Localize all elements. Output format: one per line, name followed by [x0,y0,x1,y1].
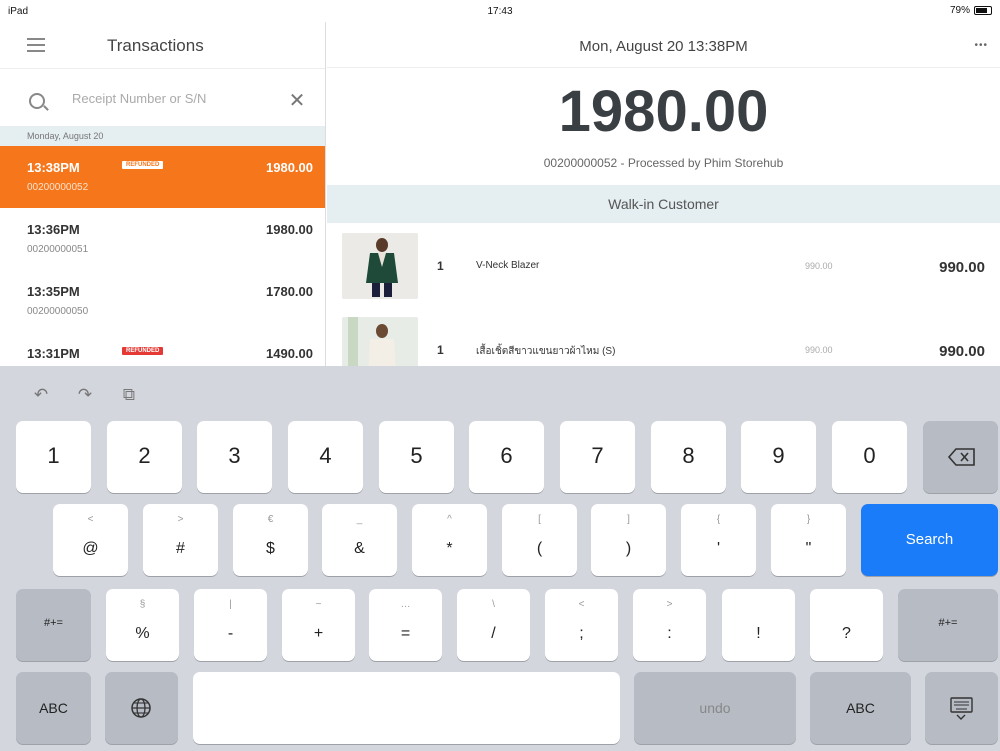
transaction-time: 13:38PM [27,160,80,175]
key-exclamation[interactable]: ! [722,589,795,661]
globe-icon [131,698,151,718]
key-3[interactable]: 3 [197,421,272,493]
product-image [342,317,418,366]
item-name: V-Neck Blazer [476,260,540,271]
key-percent[interactable]: §% [106,589,179,661]
key-4[interactable]: 4 [288,421,363,493]
key-6[interactable]: 6 [469,421,544,493]
item-unit-price: 990.00 [805,261,833,271]
detail-date: Mon, August 20 13:38PM [579,38,748,55]
key-hyphen[interactable]: | - [194,589,267,661]
key-plus[interactable]: ~ + [282,589,355,661]
transaction-detail: Mon, August 20 13:38PM ••• 1980.00 00200… [327,22,1000,366]
line-item[interactable]: 1 เสื้อเชิ้ตสีขาวแขนยาวผ้าไหม (S) 990.00… [327,308,1000,366]
refunded-badge: REFUNDED [122,347,164,355]
undo-key[interactable]: undo [634,672,796,744]
clock: 17:43 [487,6,513,17]
key-at[interactable]: < @ [53,504,128,576]
key-ampersand[interactable]: _ & [322,504,397,576]
transaction-row[interactable]: 13:35PM 1780.00 00200000050 [0,270,325,332]
key-semicolon[interactable]: <; [545,589,618,661]
key-equals[interactable]: … = [369,589,442,661]
transaction-row[interactable]: 13:36PM 1980.00 00200000051 [0,208,325,270]
item-price: 990.00 [939,259,985,276]
transaction-row[interactable]: 13:38PM REFUNDED 1980.00 00200000052 [0,146,325,208]
symbol-toggle-key[interactable]: #+= [898,589,998,661]
symbol-toggle-key[interactable]: #+= [16,589,91,661]
key-open-paren[interactable]: [( [502,504,577,576]
customer-name: Walk-in Customer [327,185,1000,223]
search-bar: ✕ [0,68,325,126]
product-image [342,233,418,299]
search-key[interactable]: Search [861,504,998,576]
key-apostrophe[interactable]: {' [681,504,756,576]
search-input[interactable] [72,91,272,106]
redo-icon[interactable]: ↷ [74,384,96,406]
clear-icon[interactable]: ✕ [287,91,307,111]
transaction-amount: 1490.00 [266,346,313,361]
key-close-paren[interactable]: ]) [591,504,666,576]
sidebar-header: Transactions [0,22,325,68]
key-slash[interactable]: \ / [457,589,530,661]
transaction-amount: 1780.00 [266,284,313,299]
transactions-sidebar: Transactions ✕ Monday, August 20 13:38PM… [0,22,326,366]
app-root: iPad 17:43 79% Transactions ✕ Monday, Au… [0,0,1000,751]
item-unit-price: 990.00 [805,345,833,355]
key-colon[interactable]: >: [633,589,706,661]
battery-icon [974,6,992,15]
status-bar: iPad 17:43 79% [0,0,1000,22]
item-quantity: 1 [437,259,444,273]
dismiss-keyboard-key[interactable] [925,672,998,744]
item-name: เสื้อเชิ้ตสีขาวแขนยาวผ้าไหม (S) [476,346,616,357]
transaction-amount: 1980.00 [266,160,313,175]
key-hash[interactable]: > # [143,504,218,576]
key-0[interactable]: 0 [832,421,907,493]
sidebar-title: Transactions [107,36,204,55]
undo-icon[interactable]: ↶ [30,384,52,406]
key-dollar[interactable]: € $ [233,504,308,576]
backspace-icon [947,448,975,466]
transaction-amount: 1980.00 [266,222,313,237]
key-2[interactable]: 2 [107,421,182,493]
transaction-number: 00200000050 [27,306,89,317]
globe-key[interactable] [105,672,178,744]
key-asterisk[interactable]: ^ * [412,504,487,576]
transaction-time: 13:31PM [27,346,80,361]
onscreen-keyboard: ↶ ↷ ⧉ 1 2 3 4 5 6 7 8 9 0 < @ > # € $ _ & ^ *… [0,366,1000,751]
abc-key[interactable]: ABC [16,672,91,744]
battery-status: 79% [950,5,992,16]
transaction-number: 00200000051 [27,244,89,255]
more-options-button[interactable]: ••• [974,40,988,51]
paste-icon[interactable]: ⧉ [118,384,140,406]
battery-percent: 79% [949,5,970,16]
search-icon [29,93,45,109]
key-1[interactable]: 1 [16,421,91,493]
keyboard-shortcuts: ↶ ↷ ⧉ [30,384,140,406]
abc-key[interactable]: ABC [810,672,911,744]
transaction-time: 13:36PM [27,222,80,237]
key-5[interactable]: 5 [379,421,454,493]
item-quantity: 1 [437,343,444,357]
key-9[interactable]: 9 [741,421,816,493]
key-7[interactable]: 7 [560,421,635,493]
receipt-info: 00200000052 - Processed by Phim Storehub [543,156,784,170]
menu-icon[interactable] [27,38,45,52]
key-question[interactable]: ? [810,589,883,661]
keyboard-dismiss-icon [950,697,973,720]
total-amount: 1980.00 [558,79,769,144]
backspace-key[interactable] [923,421,998,493]
key-quote[interactable]: } " [771,504,846,576]
transaction-number: 00200000052 [27,182,89,193]
detail-header: Mon, August 20 13:38PM ••• [327,22,1000,68]
space-key[interactable] [193,672,620,744]
refunded-badge: REFUNDED [122,161,164,169]
transaction-time: 13:35PM [27,284,80,299]
line-item[interactable]: 1 V-Neck Blazer 990.00 990.00 [327,224,1000,308]
date-section-header: Monday, August 20 [0,126,325,146]
item-price: 990.00 [939,343,985,360]
key-8[interactable]: 8 [651,421,726,493]
transaction-row[interactable]: 13:31PM REFUNDED 1490.00 [0,332,325,366]
